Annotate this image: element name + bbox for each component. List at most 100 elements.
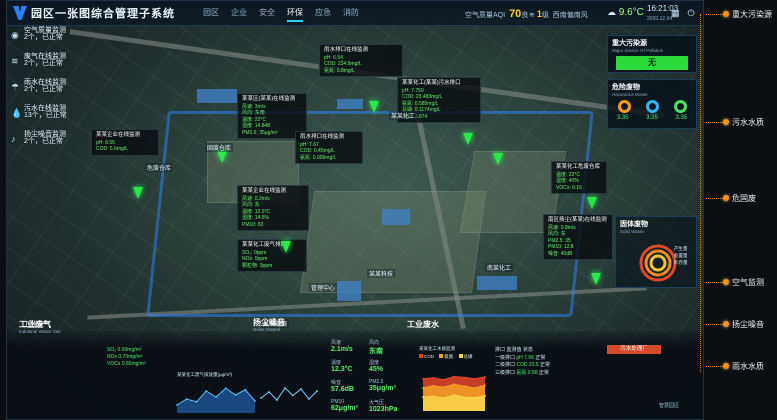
data-point	[185, 398, 188, 400]
park-boundary	[146, 111, 594, 317]
callout-label: 雨水水质	[732, 362, 764, 371]
gas-row: NOx 0.70mg/m³	[107, 354, 143, 360]
data-point	[432, 376, 435, 379]
map-marker[interactable]	[281, 241, 291, 253]
main-nav: 园区 企业 安全 环保 应急 消防	[203, 7, 359, 22]
map-marker[interactable]	[369, 101, 379, 113]
metric-value: 2.1m/s	[331, 346, 353, 353]
sewage-title: 工业废水	[407, 320, 439, 329]
callout-label: 污水水质	[732, 118, 764, 127]
metric-humidity: 湿度 45%	[369, 359, 383, 373]
popup-line: 颗粒物: 0ppm	[242, 262, 273, 269]
power-icon[interactable]: ⏻	[688, 8, 695, 19]
legend-item: 处置量	[674, 253, 688, 258]
popup-line: COD: 5.6mg/L	[96, 146, 128, 152]
data-point	[442, 397, 445, 400]
solid-waste-ring	[639, 244, 677, 282]
nav-park[interactable]: 园区	[203, 7, 219, 22]
monitor-popup[interactable]: 某某企业在线监测 pH: 8.55 COD: 5.6mg/L	[91, 129, 159, 156]
grid-icon[interactable]: ▦	[671, 8, 680, 19]
map-marker[interactable]	[133, 187, 143, 199]
gas-readings: SO₂ 0.50mg/m³ NOx 0.70mg/m³ VOCs 0.60mg/…	[107, 347, 146, 368]
cloud-icon: ☁	[607, 7, 616, 17]
table-cell: 正常	[535, 354, 546, 361]
wind-direction: 西南偏南风	[552, 12, 588, 19]
solid-subtitle: Solid Waste	[620, 229, 644, 234]
data-point	[215, 396, 217, 398]
monitor-popup[interactable]: 南区扬尘(某某)在线监测 风速: 0.8m/s 风向: 东 PM2.5: 35 …	[543, 214, 613, 260]
data-point	[422, 377, 424, 380]
callout-label: 危固废	[732, 194, 756, 203]
nav-enterprise[interactable]: 企业	[231, 7, 247, 22]
status-sewage[interactable]: 💧 污水在线监测 13个，已正常	[7, 103, 77, 129]
top-icons: ▦ ⏻	[671, 8, 695, 19]
map-marker[interactable]	[591, 273, 601, 285]
status-rain[interactable]: ☂ 雨水在线监测 2个，已正常	[7, 77, 77, 103]
nav-environment[interactable]: 环保	[287, 7, 303, 22]
sewage-plant-button[interactable]: 污水处理厂	[607, 345, 661, 354]
status-title: 扬尘噪音监测	[24, 131, 66, 138]
hazard-value: 3.35	[675, 115, 688, 121]
noise-icon: ♪	[11, 134, 16, 144]
page-title: 园区一张图综合管理子系统	[31, 8, 175, 20]
popup-title: 某某化工(某某)污水排口	[402, 80, 461, 86]
pollution-status[interactable]: 无	[616, 56, 688, 70]
callout-air: 空气监测	[706, 276, 777, 288]
table-cell: COD 23.5	[516, 362, 539, 368]
status-noise[interactable]: ♪ 扬尘噪音监测 2个，已正常	[7, 129, 77, 155]
monitor-popup[interactable]: 某某化工废气排口 SO₂: 0ppm NOx: 0ppm 颗粒物: 0ppm	[237, 239, 307, 272]
data-point	[244, 388, 247, 391]
monitor-popup[interactable]: 雨水排口在线监测 pH: 6.54 COD: 234.5mg/L 氨氮: 0.8…	[319, 44, 403, 77]
air-icon: ◉	[11, 30, 19, 40]
data-point	[484, 394, 486, 397]
table-cell: 氨氮 0.58	[516, 369, 538, 376]
map-label: 危废仓库	[145, 163, 174, 172]
table-cell: 二级排口	[495, 362, 516, 368]
table-row[interactable]: 三级排口 氨氮 0.58 正常	[495, 370, 550, 378]
nav-fire[interactable]: 消防	[343, 7, 359, 22]
hazard-ring	[645, 100, 659, 113]
water-table-header: 排口 监测值 状态	[495, 347, 550, 355]
monitor-popup[interactable]: 雨水排口在线监测 pH: 7.67 COD: 0.45mg/L 氨氮: 0.00…	[295, 131, 363, 164]
table-row[interactable]: 一级排口 pH 7.56 正常	[495, 355, 550, 363]
water-table: 排口 监测值 状态 一级排口 pH 7.56 正常 二级排口 COD 23.5 …	[495, 347, 550, 377]
map-marker[interactable]	[587, 197, 597, 209]
callout-dot	[723, 363, 729, 369]
popup-title: 雨水排口在线监测	[300, 134, 345, 140]
nav-emergency[interactable]: 应急	[315, 7, 331, 22]
monitor-popup[interactable]: 某某企业在线监测 风速: 0.2m/s 风向: 东 温度: 12.3°C 湿度:…	[237, 185, 309, 231]
table-header-cell: 状态	[522, 347, 533, 353]
data-point	[234, 394, 237, 396]
table-row[interactable]: 二级排口 COD 23.5 正常	[495, 362, 550, 370]
callout-dot	[723, 119, 729, 125]
status-title: 雨水在线监测	[24, 79, 66, 86]
metric-noise: 噪音 57.6dB	[331, 379, 354, 393]
data-point	[300, 388, 302, 390]
data-point	[308, 398, 310, 400]
data-point	[463, 385, 466, 388]
pollution-title: 重大污染源	[612, 40, 647, 47]
callout-hazard: 危固废	[706, 192, 777, 204]
map-marker[interactable]	[463, 133, 473, 145]
map-marker[interactable]	[493, 153, 503, 165]
data-point	[453, 375, 455, 378]
monitor-popup[interactable]: 某某化工危废仓库 温度: 22°C 湿度: 40% VOCs: 0.15	[551, 161, 607, 194]
table-header-cell: 监测值	[506, 347, 522, 353]
popup-title: 某某企业在线监测	[242, 188, 287, 194]
status-gas[interactable]: ≋ 废气在线监测 2个，已正常	[7, 51, 77, 77]
logo-icon	[13, 6, 27, 20]
metric-pressure: 大气压 1023hPa	[369, 399, 397, 413]
data-point	[432, 384, 435, 387]
status-value: 2个，已正常	[24, 60, 63, 67]
data-point	[473, 396, 476, 399]
solid-panel: 固体废物 Solid Waste 产生量 处置量 贮存量	[615, 216, 697, 288]
gas-row: VOCs 0.60mg/m³	[107, 361, 146, 367]
metric-value: 45%	[369, 366, 384, 373]
callout-dot	[723, 195, 729, 201]
data-point	[260, 397, 262, 399]
table-cell: pH 7.56	[516, 354, 534, 361]
nav-safety[interactable]: 安全	[259, 7, 275, 22]
callout-dot	[723, 321, 729, 327]
map-marker[interactable]	[217, 151, 227, 163]
status-air[interactable]: ◉ 空气质量监测 2个，已正常	[7, 25, 77, 51]
